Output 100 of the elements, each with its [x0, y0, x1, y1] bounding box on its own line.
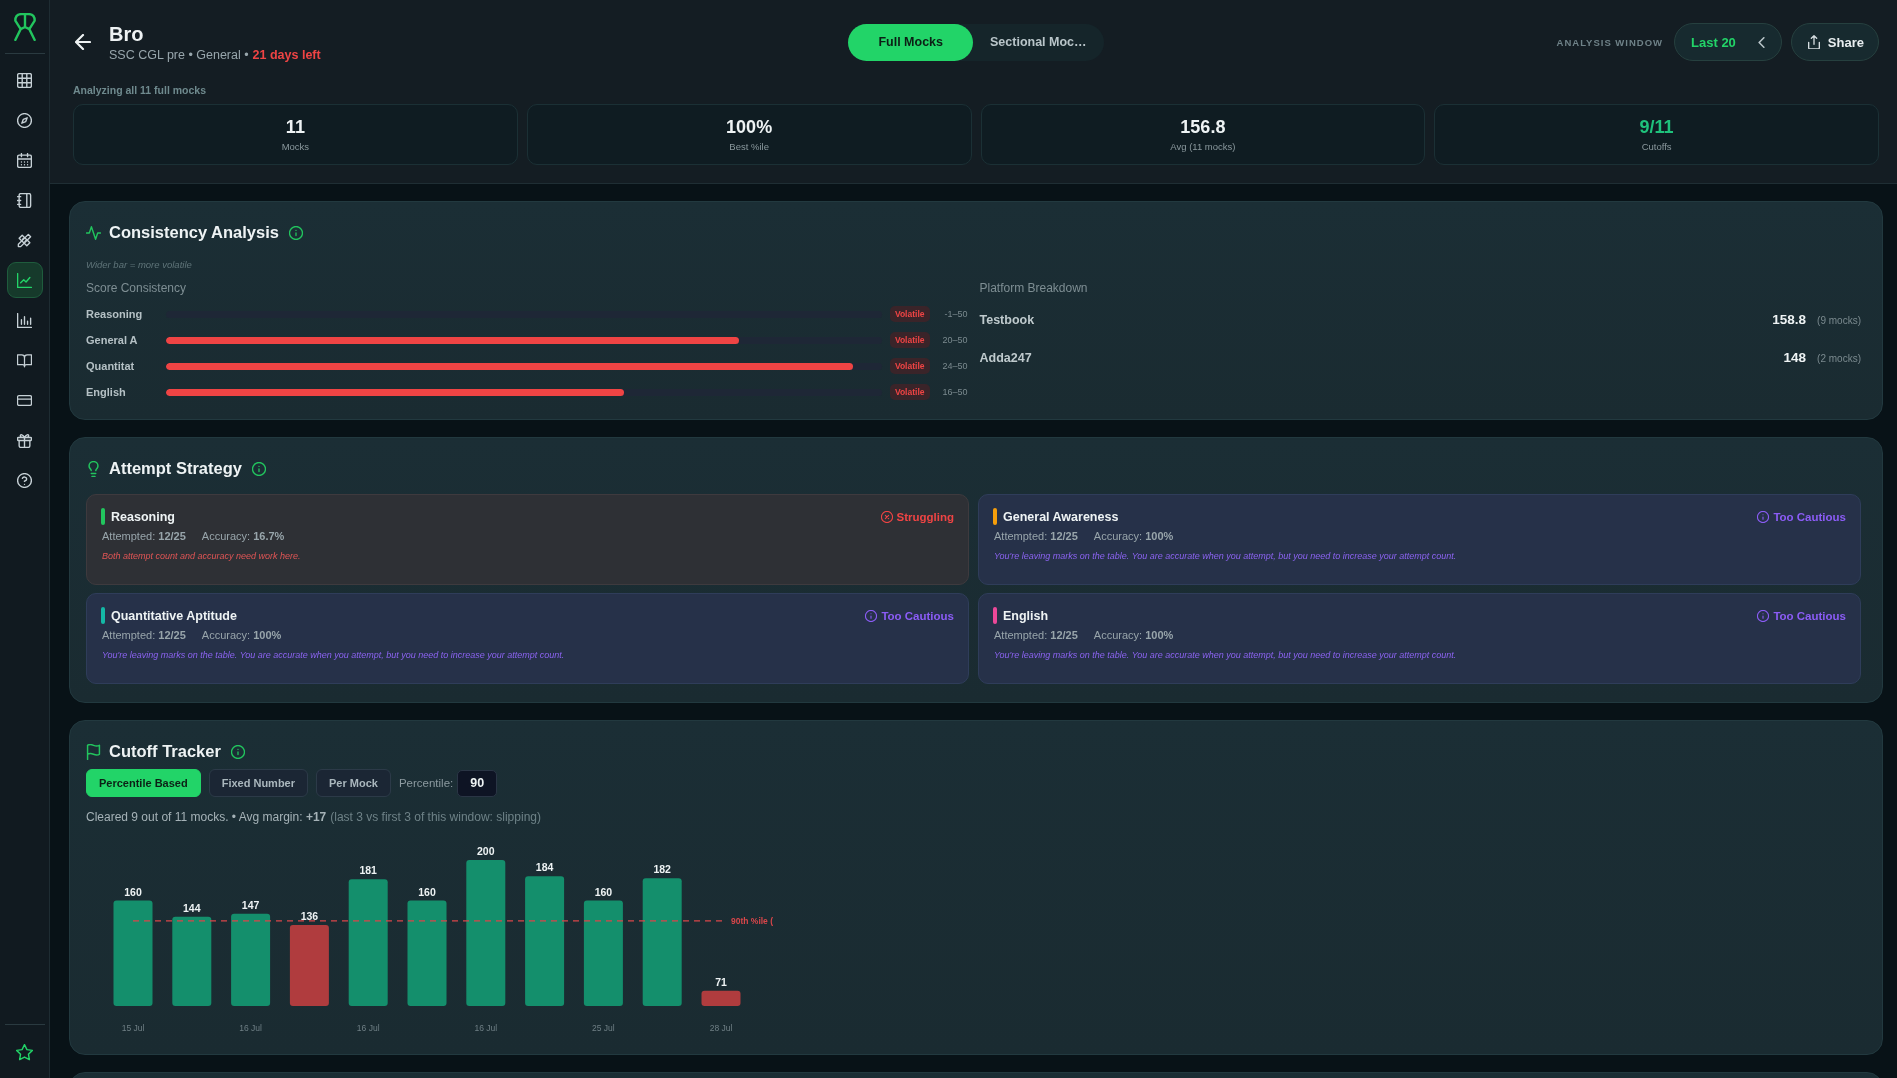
advice-text: You're leaving marks on the table. You are accurate when you attempt, but you need to increase your attempt count.: [993, 551, 1458, 561]
info-icon: [1757, 609, 1770, 622]
bar-chart-icon: [17, 312, 32, 328]
stat-value: 11: [285, 117, 305, 138]
score-range: 24–50: [941, 361, 968, 371]
section-title: Attempt Strategy: [109, 459, 242, 478]
platform-score: 158.8: [1772, 311, 1807, 329]
bar-value-label: 144: [183, 901, 201, 914]
axis-label: 16 Jul: [474, 1023, 498, 1033]
stat-label: Best %ile: [729, 141, 769, 152]
chevron-left-icon: [1757, 36, 1765, 48]
platform-count: (2 mocks): [1817, 352, 1861, 366]
stat-label: Mocks: [281, 141, 310, 152]
mode-button[interactable]: Per Mock: [316, 769, 391, 797]
tab[interactable]: Sectional Moc…: [973, 23, 1104, 61]
bar-value-label: 160: [124, 885, 142, 898]
volatility-badge: Volatile: [889, 358, 930, 374]
cutoff-summary: Cleared 9 out of 11 mocks. • Avg margin: +17: [86, 810, 327, 824]
book-icon: [17, 352, 32, 368]
bar-value-label: 184: [535, 861, 554, 874]
back-button[interactable]: [73, 32, 93, 52]
advice-text: Both attempt count and accuracy need work here.: [101, 551, 302, 561]
attempted-stat: Attempted: 12/25: [994, 530, 1078, 542]
axis-label: 16 Jul: [356, 1023, 380, 1033]
accuracy-stat: Accuracy: 100%: [1093, 629, 1174, 641]
notebook-icon: [17, 192, 32, 208]
bar-value-label: 160: [418, 885, 436, 898]
platform-name: Testbook: [979, 312, 1036, 329]
advice-text: You're leaving marks on the table. You are accurate when you attempt, but you need to increase your attempt count.: [101, 650, 566, 660]
score-range: 16–50: [941, 387, 968, 397]
info-icon[interactable]: [288, 225, 303, 240]
bar-value-label: 160: [594, 885, 613, 898]
subject-label: Reasoning: [86, 308, 144, 320]
mode-button[interactable]: Percentile Based: [86, 769, 201, 797]
bar-value-label: 181: [359, 864, 377, 877]
subject-label: General A: [86, 334, 139, 346]
subject-name: English: [1003, 608, 1050, 623]
axis-label: 16 Jul: [239, 1023, 262, 1033]
volatility-badge: Volatile: [889, 384, 930, 400]
analysis-window-label: ANALYSIS WINDOW: [1556, 36, 1664, 48]
stat-value: 156.8: [1180, 117, 1226, 138]
volatility-badge: Volatile: [889, 332, 930, 348]
field-label: Percentile:: [398, 777, 454, 789]
stat-label: Cutoffs: [1641, 141, 1672, 152]
credit-card-icon: [17, 392, 32, 408]
accuracy-stat: Accuracy: 100%: [201, 629, 282, 641]
share-button[interactable]: Share: [1790, 23, 1879, 61]
column-heading: Score Consistency: [86, 281, 188, 295]
platform-name: Adda247: [979, 350, 1033, 367]
status-label: Too Cautious: [1773, 609, 1846, 622]
pulse-icon: [86, 224, 101, 241]
subject-name: Reasoning: [111, 509, 176, 524]
accuracy-stat: Accuracy: 100%: [1093, 530, 1174, 542]
analysis-window-button[interactable]: Last 20: [1674, 23, 1782, 61]
share-icon: [1807, 35, 1820, 49]
bar-value-label: 136: [300, 909, 319, 922]
exam-subtitle: SSC CGL pre • General •: [109, 48, 249, 62]
info-icon: [1757, 510, 1770, 523]
threshold-label: 90th %ile (: [731, 915, 774, 926]
bar-value-label: 71: [715, 975, 727, 988]
info-icon: [865, 609, 878, 622]
axis-label: 15 Jul: [121, 1023, 145, 1033]
mode-button[interactable]: Fixed Number: [208, 769, 308, 797]
page-title: Bro: [109, 22, 145, 46]
help-icon: [17, 472, 32, 488]
info-icon[interactable]: [251, 461, 266, 476]
flag-icon: [86, 743, 101, 760]
bar-value-label: 182: [653, 863, 671, 876]
section-title: Consistency Analysis: [109, 223, 279, 242]
sidebar-item[interactable]: [6, 262, 43, 298]
volatility-badge: Volatile: [889, 306, 930, 322]
line-chart-icon: [17, 272, 32, 288]
subject-name: General Awareness: [1003, 509, 1120, 524]
stat-value: 100%: [726, 117, 773, 138]
percentile-input[interactable]: 90: [457, 769, 498, 797]
info-icon[interactable]: [230, 744, 245, 759]
axis-label: 25 Jul: [592, 1023, 615, 1033]
axis-label: 28 Jul: [709, 1023, 733, 1033]
bar-value-label: 147: [241, 898, 260, 911]
bar-value-label: 200: [477, 845, 495, 857]
subject-label: Quantitat: [86, 360, 136, 372]
logo-icon[interactable]: [12, 12, 37, 41]
tab[interactable]: Full Mocks: [848, 23, 973, 61]
column-heading: Platform Breakdown: [979, 281, 1089, 295]
attempted-stat: Attempted: 12/25: [102, 530, 186, 542]
attempted-stat: Attempted: 12/25: [102, 629, 186, 641]
scope-note: Analyzing all 11 full mocks: [73, 84, 208, 96]
gift-icon: [17, 432, 32, 448]
pencil-ruler-icon: [17, 232, 32, 248]
trend-note: (last 3 vs first 3 of this window: slipping): [330, 810, 541, 824]
calendar-icon: [17, 152, 32, 168]
lightbulb-icon: [86, 460, 101, 477]
attempted-stat: Attempted: 12/25: [994, 629, 1078, 641]
advice-text: You're leaving marks on the table. You are accurate when you attempt, but you need to increase your attempt count.: [993, 650, 1458, 660]
chart-bar: [701, 990, 741, 1006]
platform-count: (9 mocks): [1817, 314, 1861, 328]
accuracy-stat: Accuracy: 16.7%: [201, 530, 285, 542]
subject-label: English: [86, 386, 127, 398]
chart-hint: Wider bar = more volatile: [86, 259, 193, 270]
star-icon: [16, 1043, 33, 1061]
